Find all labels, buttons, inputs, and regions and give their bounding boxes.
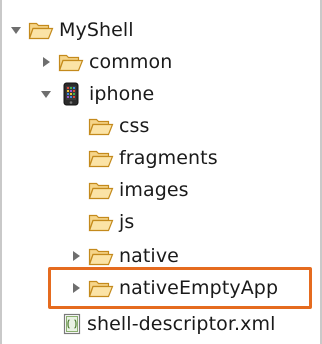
tree-item-myshell[interactable]: MyShell xyxy=(8,14,134,46)
tree-item-images[interactable]: images xyxy=(88,174,189,206)
tree-item-label: images xyxy=(119,179,189,201)
chevron-right-icon[interactable] xyxy=(68,280,84,296)
tree-item-iphone[interactable]: iphone xyxy=(38,78,154,110)
chevron-right-icon[interactable] xyxy=(38,54,54,70)
tree-item-common[interactable]: common xyxy=(38,46,172,78)
tree-item-label: MyShell xyxy=(59,19,134,41)
tree-item-label: css xyxy=(119,115,150,137)
folder-icon xyxy=(88,211,114,233)
iphone-icon xyxy=(58,82,84,106)
tree-item-shell-descriptor[interactable]: shell-descriptor.xml xyxy=(62,308,276,340)
chevron-right-icon[interactable] xyxy=(68,248,84,264)
tree-item-label: native xyxy=(119,245,179,267)
folder-open-icon xyxy=(28,19,54,41)
tree-item-label: shell-descriptor.xml xyxy=(87,313,276,335)
tree-item-label: common xyxy=(89,51,173,73)
chevron-down-icon[interactable] xyxy=(38,86,54,102)
tree-item-css[interactable]: css xyxy=(88,110,150,142)
folder-icon xyxy=(88,277,114,299)
chevron-down-icon[interactable] xyxy=(8,22,24,38)
tree-item-fragments[interactable]: fragments xyxy=(88,142,218,174)
xml-file-icon xyxy=(62,313,82,335)
folder-icon xyxy=(88,147,114,169)
tree-item-js[interactable]: js xyxy=(88,206,134,238)
folder-icon xyxy=(88,245,114,267)
tree-item-label: fragments xyxy=(119,147,218,169)
tree-item-label: iphone xyxy=(89,83,155,105)
folder-icon xyxy=(58,51,84,73)
tree-item-nativeemptyapp[interactable]: nativeEmptyApp xyxy=(68,272,278,304)
left-border xyxy=(0,0,2,344)
folder-icon xyxy=(88,179,114,201)
tree-item-label: js xyxy=(119,211,135,233)
tree-item-label: nativeEmptyApp xyxy=(119,277,279,299)
project-explorer-tree: MyShell common iphone css fragments imag… xyxy=(0,0,322,344)
folder-icon xyxy=(88,115,114,137)
